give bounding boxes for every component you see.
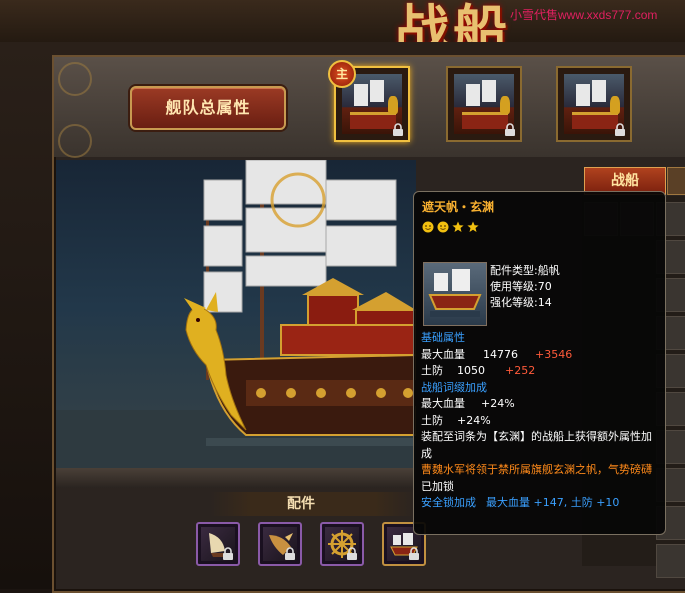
- smile-icon: [437, 221, 449, 233]
- watermark: 小雪代售www.xxds777.com: [510, 8, 658, 22]
- item-meta: 配件类型:船帆 使用等级:70 强化等级:14: [490, 263, 560, 311]
- lock-icon: [505, 123, 515, 136]
- ship-preview: [56, 160, 416, 488]
- flavor-text: 曹魏水军将领于禁所属旗舰玄渊之帆，气势磅礴: [421, 463, 652, 476]
- item-stats: 基础属性 最大血量 14776 +3546 土防 1050 +252 战船词缀加成 最大…: [421, 330, 659, 512]
- parts-header: 配件: [210, 492, 416, 516]
- tab-next[interactable]: [667, 167, 685, 195]
- item-icon: [423, 262, 487, 326]
- stat-bonus: +3546: [535, 347, 573, 361]
- warship-illustration: [56, 160, 416, 488]
- lock-icon: [347, 547, 357, 560]
- lock-bonus-value: 最大血量 +147, 土防 +10: [486, 496, 620, 509]
- base-stat-row: 土防 1050 +252: [421, 363, 659, 380]
- smile-icon: [422, 221, 434, 233]
- stat-label: 最大血量: [421, 397, 465, 410]
- corner-ornament: [58, 124, 92, 158]
- locked-status: 已加锁: [421, 479, 454, 493]
- item-enhance-level: 强化等级:14: [490, 296, 552, 309]
- corner-ornament: [58, 62, 92, 96]
- lock-icon: [223, 547, 233, 560]
- stat-value: 1050: [457, 364, 485, 377]
- part-slot-sail[interactable]: [196, 522, 240, 566]
- stat-value: +24%: [457, 413, 491, 427]
- lock-icon: [393, 123, 403, 136]
- part-slot-bow[interactable]: [258, 522, 302, 566]
- item-rating: [422, 221, 657, 235]
- item-type: 配件类型:船帆: [490, 264, 560, 277]
- base-stats-header: 基础属性: [421, 331, 465, 344]
- item-tooltip: 遮天帆・玄渊 配件类型:船帆 使用等级:70 强化等级:14 基础属性 最大血量…: [413, 191, 666, 535]
- stat-label: 最大血量: [421, 347, 465, 361]
- scene-floor: [56, 468, 416, 488]
- lock-icon: [285, 547, 295, 560]
- parts-label: 配件: [287, 496, 315, 512]
- stat-value: +24%: [481, 397, 515, 410]
- stat-label: 土防: [421, 413, 443, 427]
- fleet-attributes-button[interactable]: 舰队总属性: [130, 86, 286, 130]
- lock-bonus-row: 安全锁加成 最大血量 +147, 土防 +10: [421, 495, 659, 512]
- equip-description: 装配至词条为【玄渊】的战船上获得额外属性加成: [421, 430, 652, 460]
- affix-stat-row: 土防 +24%: [421, 413, 659, 430]
- star-icon: [452, 221, 464, 232]
- stat-label: 土防: [421, 364, 443, 377]
- lock-bonus-label: 安全锁加成: [421, 496, 476, 509]
- star-icon: [467, 221, 479, 232]
- lock-icon: [615, 123, 625, 136]
- part-slot-wheel[interactable]: [320, 522, 364, 566]
- stat-bonus: +252: [505, 364, 536, 377]
- affix-stat-row: 最大血量 +24%: [421, 396, 659, 413]
- base-stat-row: 最大血量 14776 +3546: [421, 347, 659, 364]
- lock-icon: [409, 547, 419, 560]
- ship-slot-3[interactable]: [556, 66, 632, 142]
- stat-value: 14776: [483, 347, 518, 361]
- item-title: 遮天帆・玄渊: [422, 200, 495, 214]
- main-ship-badge: 主: [328, 60, 356, 88]
- affix-stats-header: 战船词缀加成: [421, 380, 487, 394]
- inventory-cell[interactable]: [656, 544, 685, 578]
- item-use-level: 使用等级:70: [490, 280, 552, 293]
- ship-slot-2[interactable]: [446, 66, 522, 142]
